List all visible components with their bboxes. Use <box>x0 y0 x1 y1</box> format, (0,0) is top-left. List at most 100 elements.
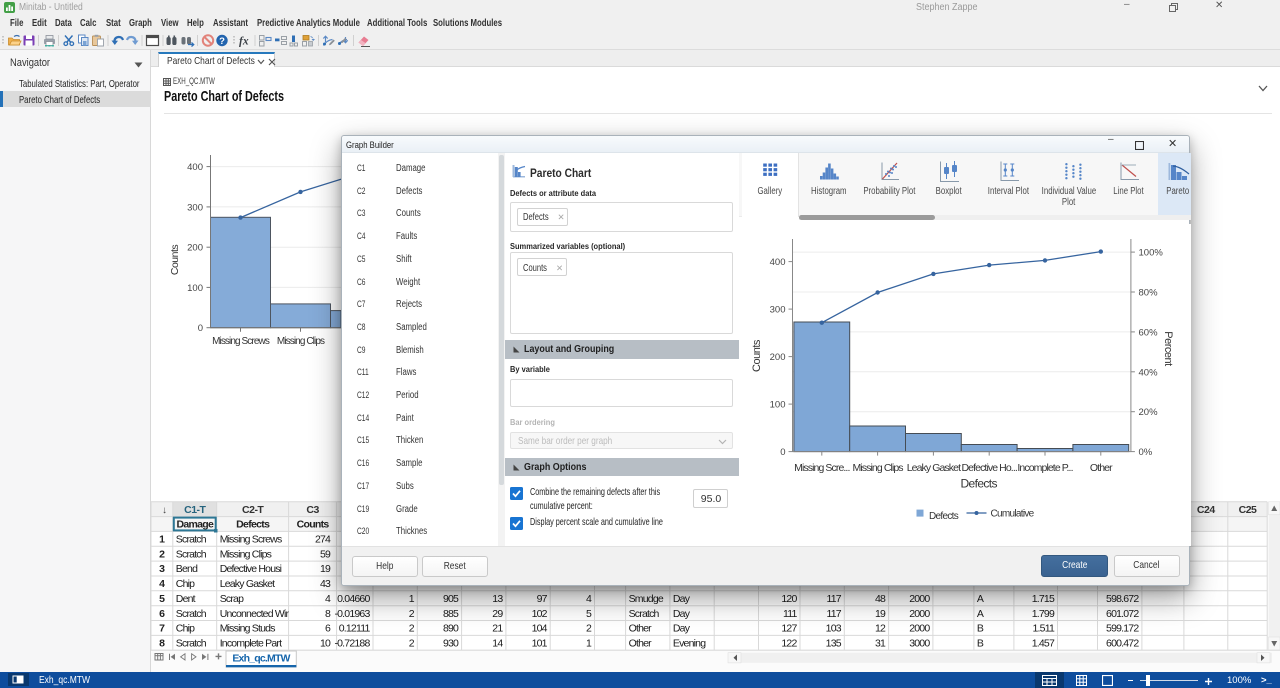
svg-text:3000: 3000 <box>909 638 930 650</box>
svg-text:C2-T: C2-T <box>242 504 264 516</box>
svg-text:C1-T: C1-T <box>184 504 206 516</box>
svg-text:Unconnected Wir: Unconnected Wir <box>220 608 290 620</box>
svg-text:0%: 0% <box>1138 447 1152 458</box>
svg-text:Scratch: Scratch <box>176 534 207 546</box>
svg-text:Scratch: Scratch <box>176 548 207 560</box>
svg-text:3: 3 <box>159 563 165 575</box>
svg-text:↓: ↓ <box>162 505 167 516</box>
svg-text:48: 48 <box>875 593 886 605</box>
svg-text:0.12111: 0.12111 <box>339 623 371 635</box>
svg-text:Counts: Counts <box>751 339 763 372</box>
svg-text:200: 200 <box>187 243 203 254</box>
svg-text:14: 14 <box>492 638 503 650</box>
svg-text:1.799: 1.799 <box>1032 608 1055 620</box>
svg-text:Defects: Defects <box>929 511 959 522</box>
svg-text:120: 120 <box>781 593 797 605</box>
svg-text:Defective Ho...: Defective Ho... <box>961 462 1016 474</box>
svg-text:Dent: Dent <box>176 593 196 605</box>
svg-text:102: 102 <box>532 608 548 620</box>
svg-text:Counts: Counts <box>297 519 330 531</box>
svg-text:Scratch: Scratch <box>176 608 207 620</box>
svg-text:A: A <box>977 593 984 605</box>
svg-text:Chip: Chip <box>176 623 195 635</box>
svg-text:127: 127 <box>781 623 797 635</box>
svg-text:Scrap: Scrap <box>220 593 244 605</box>
svg-text:19: 19 <box>320 563 331 575</box>
svg-text:A: A <box>977 608 984 620</box>
svg-text:0.04660: 0.04660 <box>337 593 370 605</box>
svg-text:100: 100 <box>187 283 203 294</box>
svg-text:274: 274 <box>315 534 331 546</box>
svg-text:10: 10 <box>320 638 331 650</box>
svg-text:Missing Scre...: Missing Scre... <box>794 462 849 474</box>
svg-text:599.172: 599.172 <box>1106 623 1139 635</box>
svg-text:104: 104 <box>532 623 548 635</box>
svg-text:-0.72188: -0.72188 <box>334 638 370 650</box>
svg-text:Missing Screws: Missing Screws <box>212 336 270 347</box>
svg-text:Scratch: Scratch <box>176 638 207 650</box>
svg-text:1: 1 <box>159 534 165 546</box>
svg-text:598.672: 598.672 <box>1106 593 1139 605</box>
svg-text:135: 135 <box>826 638 842 650</box>
svg-text:1.715: 1.715 <box>1032 593 1055 605</box>
svg-text:Leaky Gasket: Leaky Gasket <box>220 578 275 590</box>
svg-text:B: B <box>977 623 984 635</box>
svg-text:Day: Day <box>673 608 691 620</box>
svg-text:Missing Clips: Missing Clips <box>220 548 272 560</box>
svg-text:930: 930 <box>443 638 459 650</box>
svg-text:C24: C24 <box>1197 504 1215 516</box>
svg-text:2000: 2000 <box>909 593 930 605</box>
svg-text:Scratch: Scratch <box>629 608 660 620</box>
svg-text:Missing Clips: Missing Clips <box>852 462 903 474</box>
svg-text:Leaky Gasket: Leaky Gasket <box>906 462 960 474</box>
svg-text:885: 885 <box>443 608 459 620</box>
svg-text:59: 59 <box>320 548 331 560</box>
svg-text:400: 400 <box>187 162 203 173</box>
svg-text:B: B <box>977 638 984 650</box>
svg-text:117: 117 <box>826 593 841 605</box>
svg-text:2000: 2000 <box>909 623 930 635</box>
svg-text:60%: 60% <box>1138 327 1158 338</box>
svg-text:97: 97 <box>537 593 548 605</box>
svg-text:Missing Studs: Missing Studs <box>220 623 276 635</box>
svg-text:0: 0 <box>780 447 785 458</box>
svg-text:7: 7 <box>159 623 165 635</box>
svg-text:5: 5 <box>159 593 165 605</box>
svg-text:?: ? <box>219 36 225 47</box>
svg-text:905: 905 <box>443 593 459 605</box>
svg-text:Percent: Percent <box>1162 331 1174 366</box>
svg-text:100%: 100% <box>1138 248 1163 259</box>
svg-text:Other: Other <box>629 638 653 650</box>
svg-text:Other: Other <box>1089 462 1112 474</box>
svg-text:Incomplete Part: Incomplete Part <box>220 638 282 650</box>
svg-text:19: 19 <box>875 608 886 620</box>
svg-text:Chip: Chip <box>176 578 195 590</box>
svg-text:Exh_qc.MTW: Exh_qc.MTW <box>232 653 290 665</box>
svg-text:6: 6 <box>159 608 165 620</box>
svg-text:20%: 20% <box>1138 407 1158 418</box>
svg-text:100: 100 <box>769 400 785 411</box>
svg-text:300: 300 <box>769 305 785 316</box>
svg-text:101: 101 <box>532 638 548 650</box>
svg-text:Defects: Defects <box>960 477 997 491</box>
svg-text:C3: C3 <box>306 504 319 516</box>
svg-text:2: 2 <box>159 548 165 560</box>
svg-text:31: 31 <box>875 638 886 650</box>
svg-text:Other: Other <box>629 623 653 635</box>
svg-text:13: 13 <box>492 593 503 605</box>
svg-text:12: 12 <box>875 623 886 635</box>
svg-text:600.472: 600.472 <box>1106 638 1139 650</box>
svg-text:Counts: Counts <box>169 245 181 276</box>
svg-text:Smudge: Smudge <box>629 593 664 605</box>
svg-text:80%: 80% <box>1138 288 1158 299</box>
svg-text:890: 890 <box>443 623 459 635</box>
svg-text:Incomplete P...: Incomplete P... <box>1017 462 1072 474</box>
svg-text:Defects: Defects <box>236 519 270 531</box>
svg-text:2000: 2000 <box>909 608 930 620</box>
svg-text:-0.01963: -0.01963 <box>334 608 370 620</box>
svg-text:4: 4 <box>159 578 165 590</box>
svg-text:Defective Housi: Defective Housi <box>220 563 282 575</box>
svg-text:43: 43 <box>320 578 331 590</box>
svg-text:8: 8 <box>159 638 165 650</box>
svg-text:Day: Day <box>673 593 691 605</box>
